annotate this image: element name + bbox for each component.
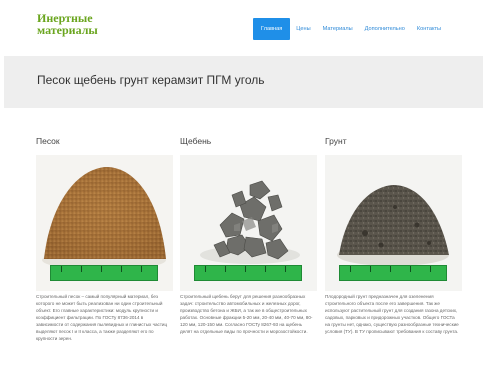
material-card-soil: Грунт Плодородный грунт предназначен для… [325, 135, 462, 334]
card-description: Строительный щебень берут для решения ра… [180, 294, 313, 334]
site-logo[interactable]: Инертные материалы [37, 12, 98, 36]
measuring-ruler [50, 265, 158, 281]
nav-item-materials[interactable]: Материалы [317, 18, 359, 40]
gravel-image[interactable] [180, 155, 317, 291]
nav-item-additional[interactable]: Дополнительно [359, 18, 411, 40]
main-nav: Главная Цены Материалы Дополнительно Кон… [253, 18, 447, 40]
soil-image[interactable] [325, 155, 462, 291]
card-title[interactable]: Песок [36, 135, 173, 147]
material-card-sand: Песок Строительный песок – самый популяр… [36, 135, 173, 341]
measuring-ruler [194, 265, 302, 281]
card-title[interactable]: Грунт [325, 135, 462, 147]
card-description: Плодородный грунт предназначен для озеле… [325, 294, 459, 334]
nav-item-home[interactable]: Главная [253, 18, 291, 40]
site-header: Инертные материалы Главная Цены Материал… [0, 0, 483, 56]
sand-image[interactable] [36, 155, 173, 291]
nav-item-prices[interactable]: Цены [290, 18, 316, 40]
material-card-gravel: Щебень Строительный щебень берут для реш… [180, 135, 317, 334]
measuring-ruler [339, 265, 447, 281]
nav-item-contacts[interactable]: Контакты [411, 18, 447, 40]
card-description: Строительный песок – самый популярный ма… [36, 294, 168, 341]
card-title[interactable]: Щебень [180, 135, 317, 147]
page-title: Песок щебень грунт керамзит ПГМ уголь [37, 73, 265, 87]
page-banner: Песок щебень грунт керамзит ПГМ уголь [4, 56, 483, 108]
logo-line-2: материалы [37, 23, 98, 37]
